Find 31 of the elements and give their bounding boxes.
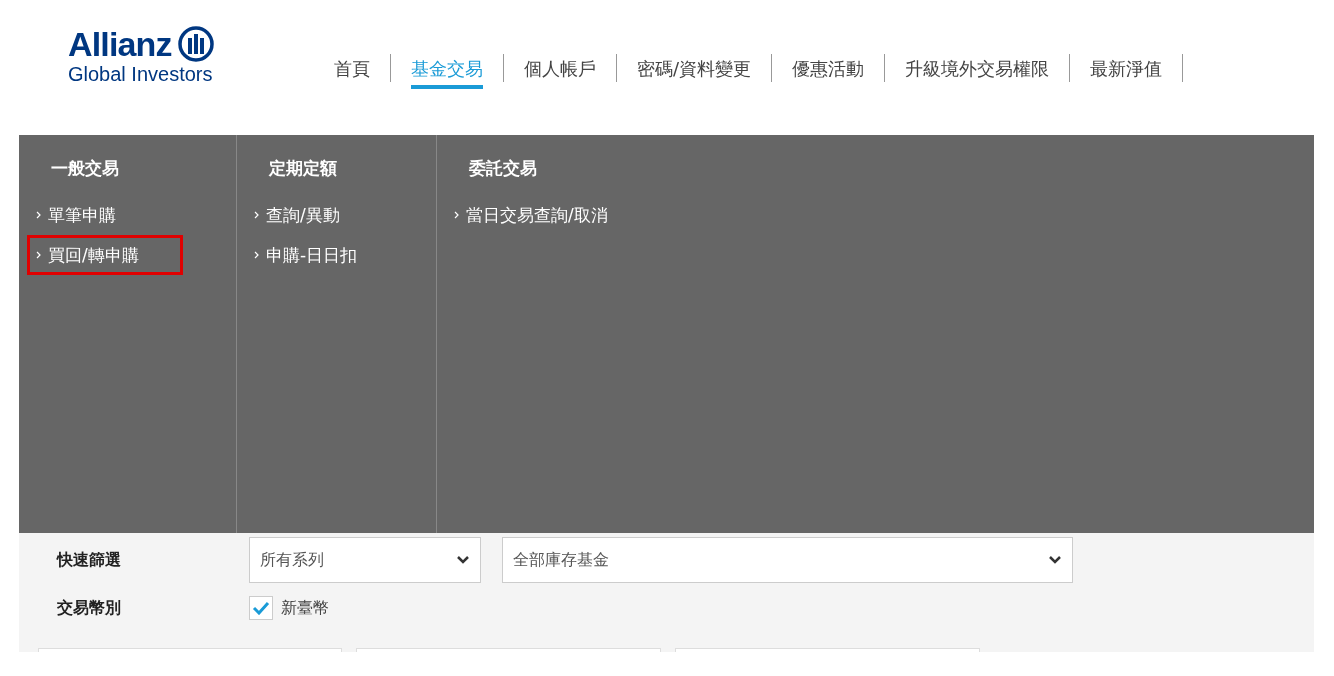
logo-subtitle: Global Investors (68, 62, 214, 86)
fund-dropdown[interactable]: 全部庫存基金 (502, 537, 1073, 583)
chevron-right-icon (254, 251, 260, 259)
menu-heading: 委託交易 (468, 157, 538, 180)
filter-label: 交易幣別 (56, 597, 122, 619)
checkbox-label: 新臺幣 (281, 597, 329, 619)
menu-link[interactable]: 當日交易查詢/取消 (445, 195, 627, 235)
nav-link[interactable]: 個人帳戶 (504, 54, 616, 82)
nav-link[interactable]: 優惠活動 (772, 54, 885, 82)
chevron-right-icon (254, 211, 260, 219)
menu-heading: 定期定額 (268, 157, 338, 180)
menu-link[interactable]: 申購-日日扣 (245, 235, 426, 275)
checkbox[interactable] (249, 596, 273, 620)
menu-link[interactable]: 買回/轉申購 (27, 235, 183, 275)
menu-heading: 一般交易 (50, 157, 120, 180)
chevron-right-icon (36, 211, 42, 219)
menu-link[interactable]: 單筆申購 (27, 195, 209, 235)
filter-label: 快速篩選 (55, 549, 122, 571)
checkmark-icon (252, 601, 270, 615)
menu-link[interactable]: 查詢/異動 (245, 195, 426, 235)
chevron-right-icon (454, 211, 460, 219)
logo-wordmark: Allianz (68, 26, 172, 62)
chevron-down-icon (456, 555, 470, 565)
logo-icon (177, 26, 214, 62)
nav-link[interactable]: 升級境外交易權限 (885, 54, 1070, 82)
nav-link[interactable]: 密碼/資料變更 (617, 54, 772, 82)
nav-link[interactable]: 首頁 (314, 54, 390, 82)
chevron-right-icon (36, 251, 42, 259)
nav-link[interactable]: 最新淨值 (1070, 54, 1183, 82)
series-dropdown[interactable]: 所有系列 (249, 537, 481, 583)
chevron-down-icon (1048, 555, 1062, 565)
